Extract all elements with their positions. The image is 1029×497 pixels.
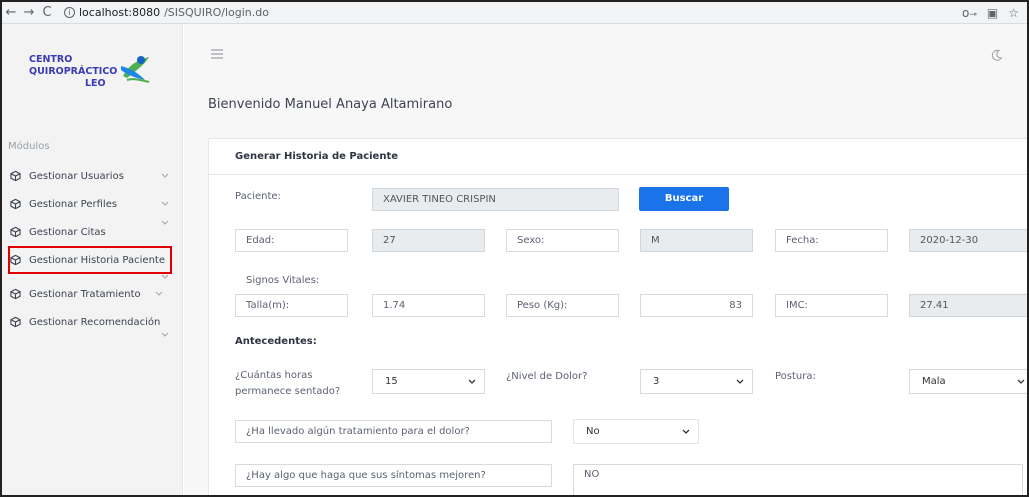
edad-label-box: Edad: [235, 229, 348, 252]
sidebar-item-label: Gestionar Recomendación [29, 316, 161, 328]
translate-icon[interactable]: ▣ [987, 6, 998, 20]
postura-label: Postura: [775, 371, 816, 382]
edad-field[interactable]: 27 [372, 229, 485, 252]
moon-icon[interactable] [991, 49, 1003, 61]
tratamiento-select[interactable]: No [573, 419, 699, 444]
sidebar-item-recomendacion[interactable]: Gestionar Recomendación [2, 308, 183, 337]
historia-form-card: Generar Historia de Paciente Paciente: X… [208, 138, 1027, 495]
cube-icon [10, 198, 21, 210]
spine-logo-icon [121, 56, 150, 83]
reload-icon[interactable]: C [38, 5, 56, 20]
sexo-field[interactable]: M [640, 229, 753, 252]
key-icon[interactable]: o⊸ [962, 6, 977, 20]
welcome-message: Bienvenido Manuel Anaya Altamirano [208, 97, 453, 112]
chevron-down-icon [468, 379, 476, 384]
sidebar-item-tratamiento[interactable]: Gestionar Tratamiento [2, 274, 183, 308]
back-icon[interactable]: ← [2, 5, 20, 20]
browser-actions: o⊸ ▣ ☆ [962, 6, 1027, 20]
hamburger-menu-icon[interactable] [210, 48, 224, 60]
paciente-label: Paciente: [235, 191, 281, 202]
chevron-down-icon [736, 379, 744, 384]
sidebar-item-label: Gestionar Perfiles [29, 198, 118, 210]
imc-label-box: IMC: [775, 294, 888, 317]
forward-icon[interactable]: → [20, 5, 38, 20]
sidebar-item-label: Gestionar Usuarios [29, 170, 124, 182]
peso-label-box: Peso (Kg): [506, 294, 619, 317]
sidebar-item-usuarios[interactable]: Gestionar Usuarios [2, 162, 183, 190]
horas-label-line1: ¿Cuántas horas [235, 370, 313, 381]
cube-icon [10, 288, 21, 300]
card-title: Generar Historia de Paciente [209, 139, 1027, 175]
chevron-down-icon [161, 332, 169, 337]
brand-logo: CENTRO QUIROPRÁCTICO LEO [14, 54, 174, 94]
sintomas-question-box: ¿Hay algo que haga que sus síntomas mejo… [235, 464, 552, 487]
sidebar-item-label: Gestionar Tratamiento [29, 288, 141, 300]
chevron-down-icon [161, 220, 169, 225]
sidebar-item-perfiles[interactable]: Gestionar Perfiles [2, 190, 183, 218]
select-value: Mala [922, 376, 946, 387]
tratamiento-question-box: ¿Ha llevado algún tratamiento para el do… [235, 420, 552, 443]
sintomas-textarea[interactable]: NO [573, 464, 1023, 495]
signos-vitales-label: Signos Vitales: [246, 275, 320, 286]
brand-line1: CENTRO [29, 54, 73, 65]
postura-select[interactable]: Mala [909, 369, 1027, 394]
sidebar-item-historia-paciente[interactable]: Gestionar Historia Paciente [8, 246, 172, 274]
nivel-dolor-select[interactable]: 3 [640, 369, 753, 394]
select-value: No [586, 426, 600, 437]
address-bar[interactable]: i localhost:8080/SISQUIRO/login.do [64, 6, 269, 19]
cube-icon [10, 170, 21, 182]
sidebar-item-citas[interactable]: Gestionar Citas [2, 218, 183, 246]
peso-field[interactable]: 83 [640, 294, 753, 317]
cube-icon [10, 316, 21, 328]
modules-section-label: Módulos [8, 141, 50, 152]
chevron-down-icon [161, 173, 169, 178]
sidebar-menu: Gestionar Usuarios Gestionar Perfiles Ge… [2, 162, 183, 337]
brand-text: CENTRO QUIROPRÁCTICO LEO [29, 54, 117, 90]
buscar-paciente-button[interactable]: Buscar Paciente [639, 187, 729, 228]
cube-icon [10, 226, 21, 238]
url-host: localhost:8080 [79, 6, 161, 19]
star-icon[interactable]: ☆ [1008, 6, 1019, 20]
horas-label-line2: permanece sentado? [235, 386, 341, 397]
chevron-down-icon [161, 201, 169, 206]
chevron-down-icon [1017, 379, 1025, 384]
talla-field[interactable]: 1.74 [372, 294, 485, 317]
screenshot-frame: ← → C i localhost:8080/SISQUIRO/login.do… [0, 0, 1029, 497]
main-content: Bienvenido Manuel Anaya Altamirano Gener… [184, 24, 1027, 495]
browser-toolbar: ← → C i localhost:8080/SISQUIRO/login.do… [2, 2, 1027, 24]
sexo-label-box: Sexo: [506, 229, 619, 252]
chevron-down-icon [161, 274, 169, 279]
url-path: /SISQUIRO/login.do [164, 6, 269, 19]
paciente-field[interactable]: XAVIER TINEO CRISPIN [372, 188, 619, 211]
horas-sentado-label: ¿Cuántas horas permanece sentado? [235, 369, 340, 399]
sidebar-item-label: Gestionar Historia Paciente [29, 254, 165, 266]
horas-sentado-select[interactable]: 15 [372, 369, 485, 394]
brand-line3: LEO [85, 78, 106, 89]
cube-icon [10, 254, 21, 266]
chevron-down-icon [155, 291, 163, 296]
select-value: 3 [653, 376, 660, 387]
fecha-field[interactable]: 2020-12-30 [909, 229, 1027, 252]
talla-label-box: Talla(m): [235, 294, 348, 317]
info-icon[interactable]: i [64, 7, 75, 18]
select-value: 15 [385, 376, 398, 387]
sidebar: CENTRO QUIROPRÁCTICO LEO Módulos Gestion… [2, 24, 183, 495]
imc-field[interactable]: 27.41 [909, 294, 1027, 317]
fecha-label-box: Fecha: [775, 229, 888, 252]
nivel-dolor-label: ¿Nivel de Dolor? [506, 371, 588, 382]
brand-line2: QUIROPRÁCTICO [29, 66, 118, 77]
chevron-down-icon [682, 429, 690, 434]
sidebar-item-label: Gestionar Citas [29, 226, 106, 238]
antecedentes-label: Antecedentes: [235, 336, 317, 347]
